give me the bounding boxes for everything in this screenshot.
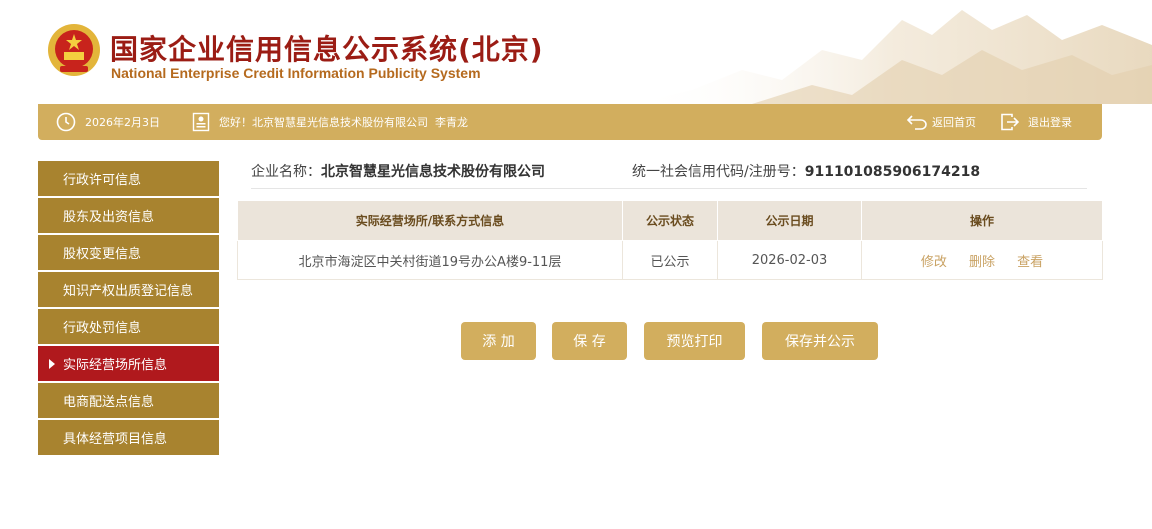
sidebar-item-label: 实际经营场所信息 <box>63 358 168 373</box>
add-button[interactable]: 添 加 <box>461 322 536 360</box>
sidebar-item-business-premises[interactable]: 实际经营场所信息 <box>38 346 219 381</box>
sidebar-item-label: 股东及出资信息 <box>63 210 155 225</box>
operation-cell: 修改 删除 查看 <box>861 240 1103 280</box>
user-greeting: 您好！北京智慧星光信息技术股份有限公司 李青龙 <box>192 104 468 140</box>
sidebar-item-label: 电商配送点信息 <box>63 395 155 410</box>
credit-code-label: 统一社会信用代码/注册号： <box>632 164 805 180</box>
sidebar-item-label: 股权变更信息 <box>63 247 142 262</box>
clock-icon <box>56 112 76 132</box>
sidebar-item-ecommerce-delivery[interactable]: 电商配送点信息 <box>38 383 219 418</box>
save-button[interactable]: 保 存 <box>552 322 627 360</box>
table-header-row: 实际经营场所/联系方式信息 公示状态 公示日期 操作 <box>237 200 1103 241</box>
table-row: 北京市海淀区中关村街道19号办公A楼9-11层 已公示 2026-02-03 修… <box>237 240 1103 280</box>
home-label: 返回首页 <box>932 116 976 129</box>
column-header-address: 实际经营场所/联系方式信息 <box>237 200 623 241</box>
save-publish-button[interactable]: 保存并公示 <box>762 322 878 360</box>
credit-code-field: 统一社会信用代码/注册号：911101085906174218 <box>632 161 980 181</box>
date-cell: 2026-02-03 <box>717 240 862 280</box>
greeting-text: 您好！北京智慧星光信息技术股份有限公司 李青龙 <box>219 116 468 129</box>
return-arrow-icon <box>906 115 927 130</box>
sidebar-item-label: 具体经营项目信息 <box>63 432 168 447</box>
national-emblem-icon <box>48 24 100 76</box>
company-name-field: 企业名称：北京智慧星光信息技术股份有限公司 <box>251 161 545 181</box>
status-cell: 已公示 <box>622 240 718 280</box>
column-header-operation: 操作 <box>861 200 1103 241</box>
sidebar-menu: 行政许可信息 股东及出资信息 股权变更信息 知识产权出质登记信息 行政处罚信息 … <box>38 161 219 457</box>
sidebar-item-label: 知识产权出质登记信息 <box>63 284 194 299</box>
logout-icon <box>1001 113 1020 131</box>
sidebar-item-label: 行政许可信息 <box>63 173 142 188</box>
sidebar-item-admin-penalty[interactable]: 行政处罚信息 <box>38 309 219 344</box>
header: 国家企业信用信息公示系统(北京) National Enterprise Cre… <box>0 0 1152 104</box>
credit-code-value: 911101085906174218 <box>804 164 981 180</box>
logout-link[interactable]: 退出登录 <box>1000 104 1072 140</box>
date-display: 2026年2月3日 <box>56 104 160 140</box>
active-arrow-icon <box>49 359 55 369</box>
system-title: 国家企业信用信息公示系统(北京) <box>110 33 544 66</box>
preview-print-button[interactable]: 预览打印 <box>644 322 745 360</box>
delete-link[interactable]: 删除 <box>969 255 995 270</box>
date-text: 2026年2月3日 <box>85 116 160 129</box>
sidebar-item-label: 行政处罚信息 <box>63 321 142 336</box>
sidebar-item-shareholder[interactable]: 股东及出资信息 <box>38 198 219 233</box>
address-cell: 北京市海淀区中关村街道19号办公A楼9-11层 <box>237 240 623 280</box>
top-info-bar: 2026年2月3日 您好！北京智慧星光信息技术股份有限公司 李青龙 返回首页 退… <box>38 104 1102 140</box>
system-title-english: National Enterprise Credit Information P… <box>111 65 481 81</box>
view-link[interactable]: 查看 <box>1017 255 1043 270</box>
column-header-date: 公示日期 <box>717 200 862 241</box>
company-name-label: 企业名称： <box>251 164 321 180</box>
id-card-icon <box>192 112 210 132</box>
company-info: 企业名称：北京智慧星光信息技术股份有限公司 统一社会信用代码/注册号：91110… <box>251 160 1087 189</box>
sidebar-item-business-projects[interactable]: 具体经营项目信息 <box>38 420 219 455</box>
company-name-value: 北京智慧星光信息技术股份有限公司 <box>321 164 545 180</box>
home-link[interactable]: 返回首页 <box>906 104 976 140</box>
logout-label: 退出登录 <box>1028 116 1072 129</box>
premises-table: 实际经营场所/联系方式信息 公示状态 公示日期 操作 北京市海淀区中关村街道19… <box>237 200 1103 280</box>
edit-link[interactable]: 修改 <box>921 255 947 270</box>
column-header-status: 公示状态 <box>622 200 718 241</box>
sidebar-item-admin-license[interactable]: 行政许可信息 <box>38 161 219 196</box>
sidebar-item-ip-pledge[interactable]: 知识产权出质登记信息 <box>38 272 219 307</box>
mountain-background-image <box>632 10 1152 104</box>
sidebar-item-equity-change[interactable]: 股权变更信息 <box>38 235 219 270</box>
